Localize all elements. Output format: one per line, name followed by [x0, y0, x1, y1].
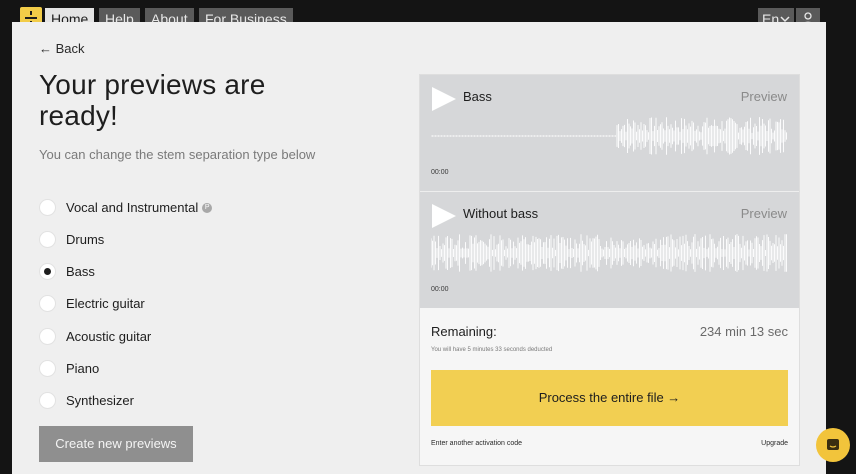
option-drums[interactable]: Drums	[39, 229, 104, 249]
radio-button[interactable]	[39, 391, 56, 409]
time-display: 00:00	[431, 169, 449, 176]
radio-button[interactable]	[39, 294, 56, 312]
option-label: Synthesizer	[66, 392, 134, 408]
chat-icon	[827, 439, 839, 450]
main-content: ← Back Your previews are ready! You can …	[12, 22, 826, 474]
option-acoustic-guitar[interactable]: Acoustic guitar	[39, 326, 151, 346]
page-subtitle: You can change the stem separation type …	[39, 147, 316, 162]
play-icon[interactable]	[431, 86, 457, 112]
option-label-text: Vocal and Instrumental	[66, 199, 199, 215]
back-link[interactable]: ← Back	[39, 41, 85, 56]
preview-label: Preview	[740, 206, 787, 221]
option-label: Bass	[66, 263, 95, 279]
option-label: Piano	[66, 360, 100, 376]
option-piano[interactable]: Piano	[39, 358, 99, 378]
option-synthesizer[interactable]: Synthesizer	[39, 390, 134, 410]
radio-button[interactable]	[39, 327, 56, 345]
preview-label: Preview	[740, 89, 787, 104]
radio-button[interactable]	[39, 230, 56, 248]
option-label: Acoustic guitar	[66, 328, 152, 344]
track-name: Without bass	[463, 206, 539, 221]
radio-button-selected[interactable]	[39, 262, 56, 280]
preview-panel: Bass Preview 00:00 Without bass Preview …	[419, 74, 800, 466]
deduction-note: You will have 5 minutes 33 seconds deduc…	[431, 347, 553, 353]
radio-dot	[44, 267, 51, 275]
create-new-previews-button[interactable]: Create new previews	[39, 426, 193, 462]
radio-button[interactable]	[39, 198, 56, 216]
radio-button[interactable]	[39, 359, 56, 377]
track-bass: Bass Preview 00:00	[420, 75, 799, 191]
option-label: Vocal and Instrumental P	[66, 199, 213, 215]
process-entire-file-button[interactable]: Process the entire file →	[431, 370, 788, 426]
option-label: Drums	[66, 231, 105, 247]
remaining-label: Remaining:	[431, 324, 497, 339]
page-title: Your previews are ready!	[39, 69, 266, 131]
waveform[interactable]	[431, 113, 788, 159]
track-name: Bass	[463, 89, 492, 104]
chat-button[interactable]	[816, 428, 850, 462]
upgrade-link[interactable]: Upgrade	[761, 440, 788, 447]
time-display: 00:00	[431, 286, 449, 293]
option-electric-guitar[interactable]: Electric guitar	[39, 293, 145, 313]
option-label: Electric guitar	[66, 295, 145, 311]
option-bass[interactable]: Bass	[39, 261, 95, 281]
waveform[interactable]	[431, 230, 788, 276]
pro-badge: P	[202, 203, 213, 214]
option-vocal-instrumental[interactable]: Vocal and Instrumental P	[39, 197, 213, 217]
activation-code-link[interactable]: Enter another activation code	[431, 440, 522, 447]
track-without-bass: Without bass Preview 00:00	[420, 192, 799, 308]
remaining-value: 234 min 13 sec	[699, 324, 788, 339]
play-icon[interactable]	[431, 203, 457, 229]
